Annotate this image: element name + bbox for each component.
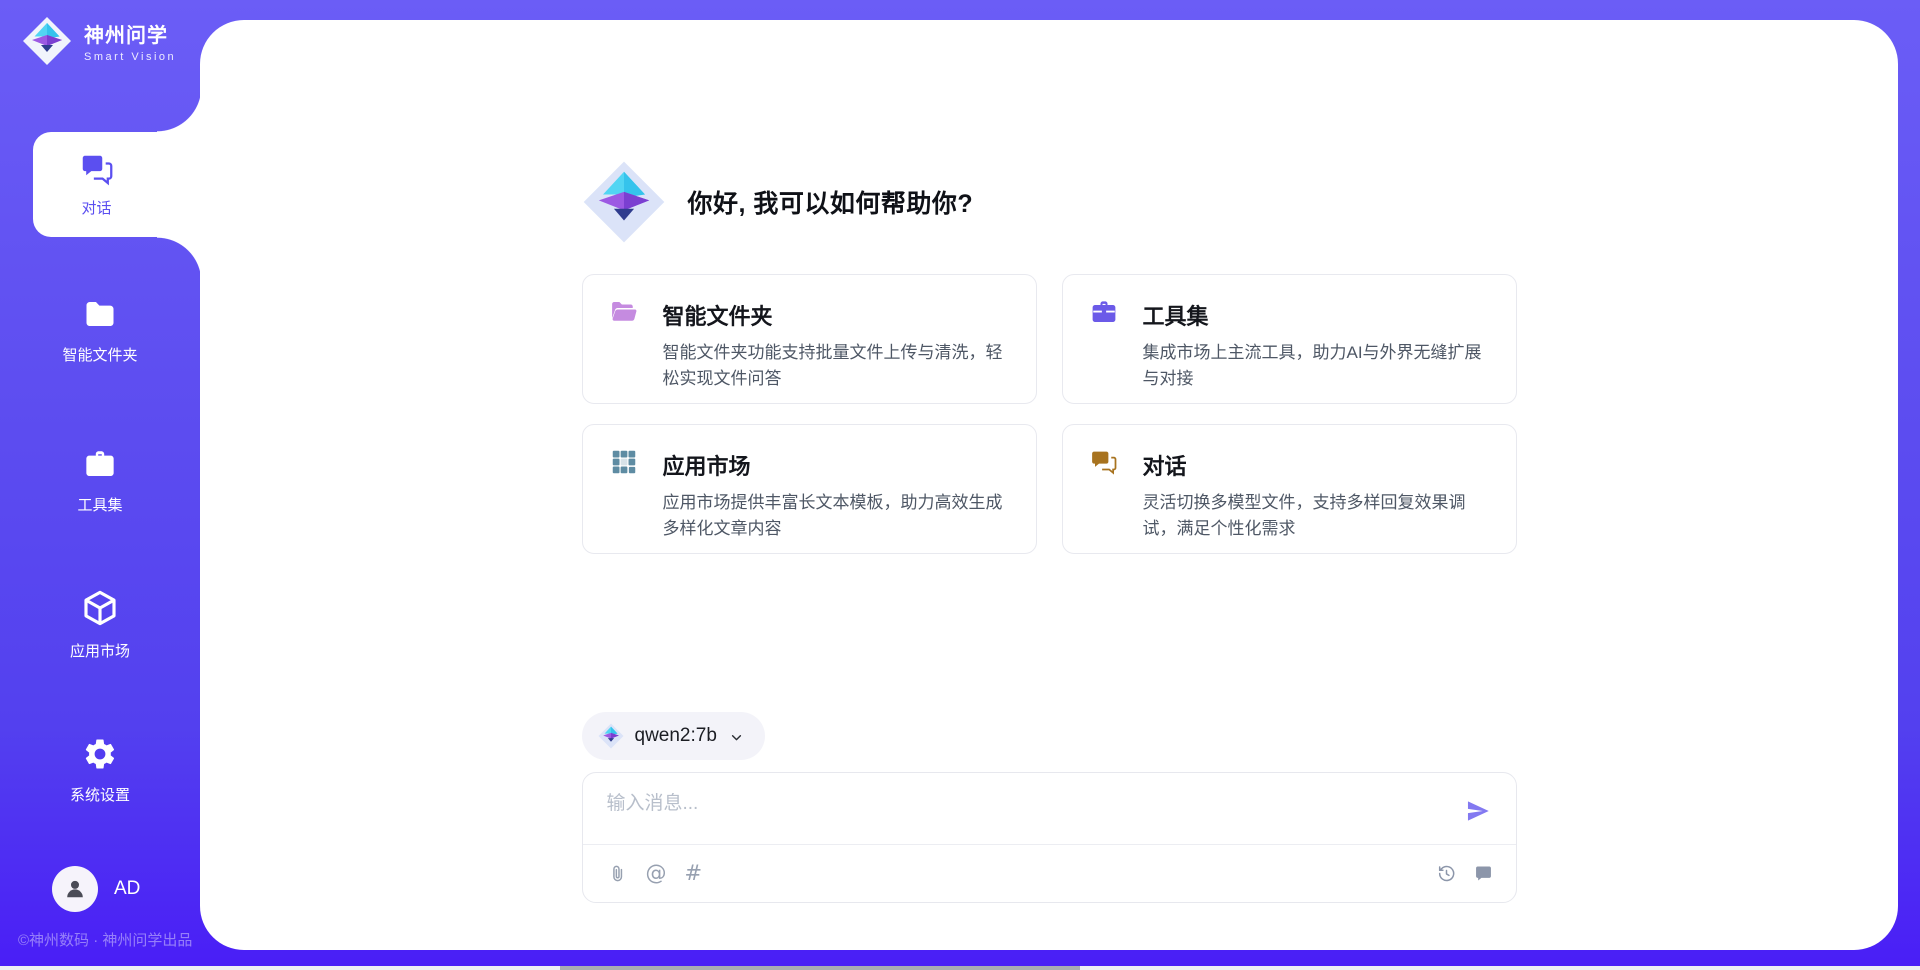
chat-icon bbox=[79, 151, 115, 187]
assistant-logo-icon bbox=[582, 160, 666, 244]
card-toolset[interactable]: 工具集 集成市场上主流工具，助力AI与外界无缝扩展与对接 bbox=[1062, 274, 1517, 404]
model-name: qwen2:7b bbox=[635, 725, 717, 747]
card-description: 应用市场提供丰富长文本模板，助力高效生成多样化文章内容 bbox=[663, 490, 1010, 541]
greeting: 你好, 我可以如何帮助你? bbox=[582, 160, 1517, 244]
card-description: 集成市场上主流工具，助力AI与外界无缝扩展与对接 bbox=[1143, 340, 1490, 391]
app-grid-icon bbox=[609, 447, 639, 477]
card-description: 灵活切换多模型文件，支持多样回复效果调试，满足个性化需求 bbox=[1143, 490, 1490, 541]
brand-logo-icon bbox=[22, 16, 72, 66]
history-button[interactable] bbox=[1436, 863, 1457, 884]
hash-icon: # bbox=[685, 863, 703, 884]
user-profile[interactable]: AD bbox=[52, 866, 140, 912]
person-icon bbox=[62, 876, 88, 902]
card-title: 工具集 bbox=[1143, 299, 1490, 331]
sidebar-item-label: 应用市场 bbox=[70, 640, 130, 661]
chat-icon bbox=[1089, 447, 1119, 477]
topic-button[interactable]: # bbox=[685, 863, 703, 884]
main-panel: 你好, 我可以如何帮助你? 智能文件夹 智能文件夹功能支持批量文件上传与清洗，轻… bbox=[200, 20, 1898, 950]
sidebar-item-toolset[interactable]: 工具集 bbox=[0, 446, 200, 515]
card-app-market[interactable]: 应用市场 应用市场提供丰富长文本模板，助力高效生成多样化文章内容 bbox=[582, 424, 1037, 554]
composer: @ # bbox=[582, 772, 1517, 903]
sidebar-item-label: 系统设置 bbox=[70, 784, 130, 805]
card-description: 智能文件夹功能支持批量文件上传与清洗，轻松实现文件问答 bbox=[663, 340, 1010, 391]
app-root: 神州问学 Smart Vision 对话 智能文件夹 工具集 bbox=[0, 0, 1920, 970]
sidebar-item-app-market[interactable]: 应用市场 bbox=[0, 588, 200, 661]
sidebar-item-chat[interactable]: 对话 bbox=[33, 132, 202, 237]
folder-open-icon bbox=[609, 297, 639, 327]
card-title: 对话 bbox=[1143, 449, 1490, 481]
feature-cards: 智能文件夹 智能文件夹功能支持批量文件上传与清洗，轻松实现文件问答 工具集 集成… bbox=[582, 274, 1517, 554]
history-icon bbox=[1436, 863, 1457, 884]
card-title: 智能文件夹 bbox=[663, 299, 1010, 331]
avatar bbox=[52, 866, 98, 912]
sidebar: 神州问学 Smart Vision 对话 智能文件夹 工具集 bbox=[0, 0, 200, 970]
copyright-text: ©神州数码 · 神州问学出品 bbox=[18, 929, 192, 950]
model-selector[interactable]: qwen2:7b bbox=[582, 712, 765, 760]
send-button[interactable] bbox=[1462, 795, 1494, 830]
send-icon bbox=[1464, 797, 1492, 825]
card-title: 应用市场 bbox=[663, 449, 1010, 481]
horizontal-scrollbar-thumb[interactable] bbox=[560, 966, 1080, 970]
model-logo-icon bbox=[598, 723, 624, 749]
card-chat[interactable]: 对话 灵活切换多模型文件，支持多样回复效果调试，满足个性化需求 bbox=[1062, 424, 1517, 554]
gear-icon bbox=[82, 736, 118, 772]
toolbox-icon bbox=[1089, 297, 1119, 327]
attach-file-button[interactable] bbox=[607, 863, 628, 884]
chat-bubble-icon bbox=[1473, 863, 1494, 884]
toolbox-icon bbox=[82, 446, 118, 482]
sidebar-item-label: 智能文件夹 bbox=[62, 344, 137, 365]
sidebar-item-label: 工具集 bbox=[77, 494, 122, 515]
at-icon: @ bbox=[646, 863, 667, 884]
brand: 神州问学 Smart Vision bbox=[22, 16, 176, 66]
chevron-down-icon bbox=[728, 729, 745, 746]
composer-toolbar: @ # bbox=[583, 845, 1516, 902]
sidebar-item-settings[interactable]: 系统设置 bbox=[0, 736, 200, 805]
brand-name: 神州问学 bbox=[84, 19, 176, 48]
folder-icon bbox=[82, 296, 118, 332]
feedback-button[interactable] bbox=[1473, 863, 1494, 884]
greeting-title: 你好, 我可以如何帮助你? bbox=[688, 184, 974, 220]
window-bottom-strip bbox=[0, 966, 1920, 970]
card-smart-folder[interactable]: 智能文件夹 智能文件夹功能支持批量文件上传与清洗，轻松实现文件问答 bbox=[582, 274, 1037, 404]
brand-subtitle: Smart Vision bbox=[84, 51, 176, 63]
mention-button[interactable]: @ bbox=[646, 863, 667, 884]
composer-area: qwen2:7b bbox=[582, 712, 1517, 903]
cube-icon bbox=[80, 588, 120, 628]
paperclip-icon bbox=[607, 863, 628, 884]
sidebar-item-smart-folder[interactable]: 智能文件夹 bbox=[0, 296, 200, 365]
message-input[interactable] bbox=[607, 793, 1462, 815]
user-name: AD bbox=[114, 878, 140, 900]
sidebar-item-label: 对话 bbox=[81, 197, 111, 218]
